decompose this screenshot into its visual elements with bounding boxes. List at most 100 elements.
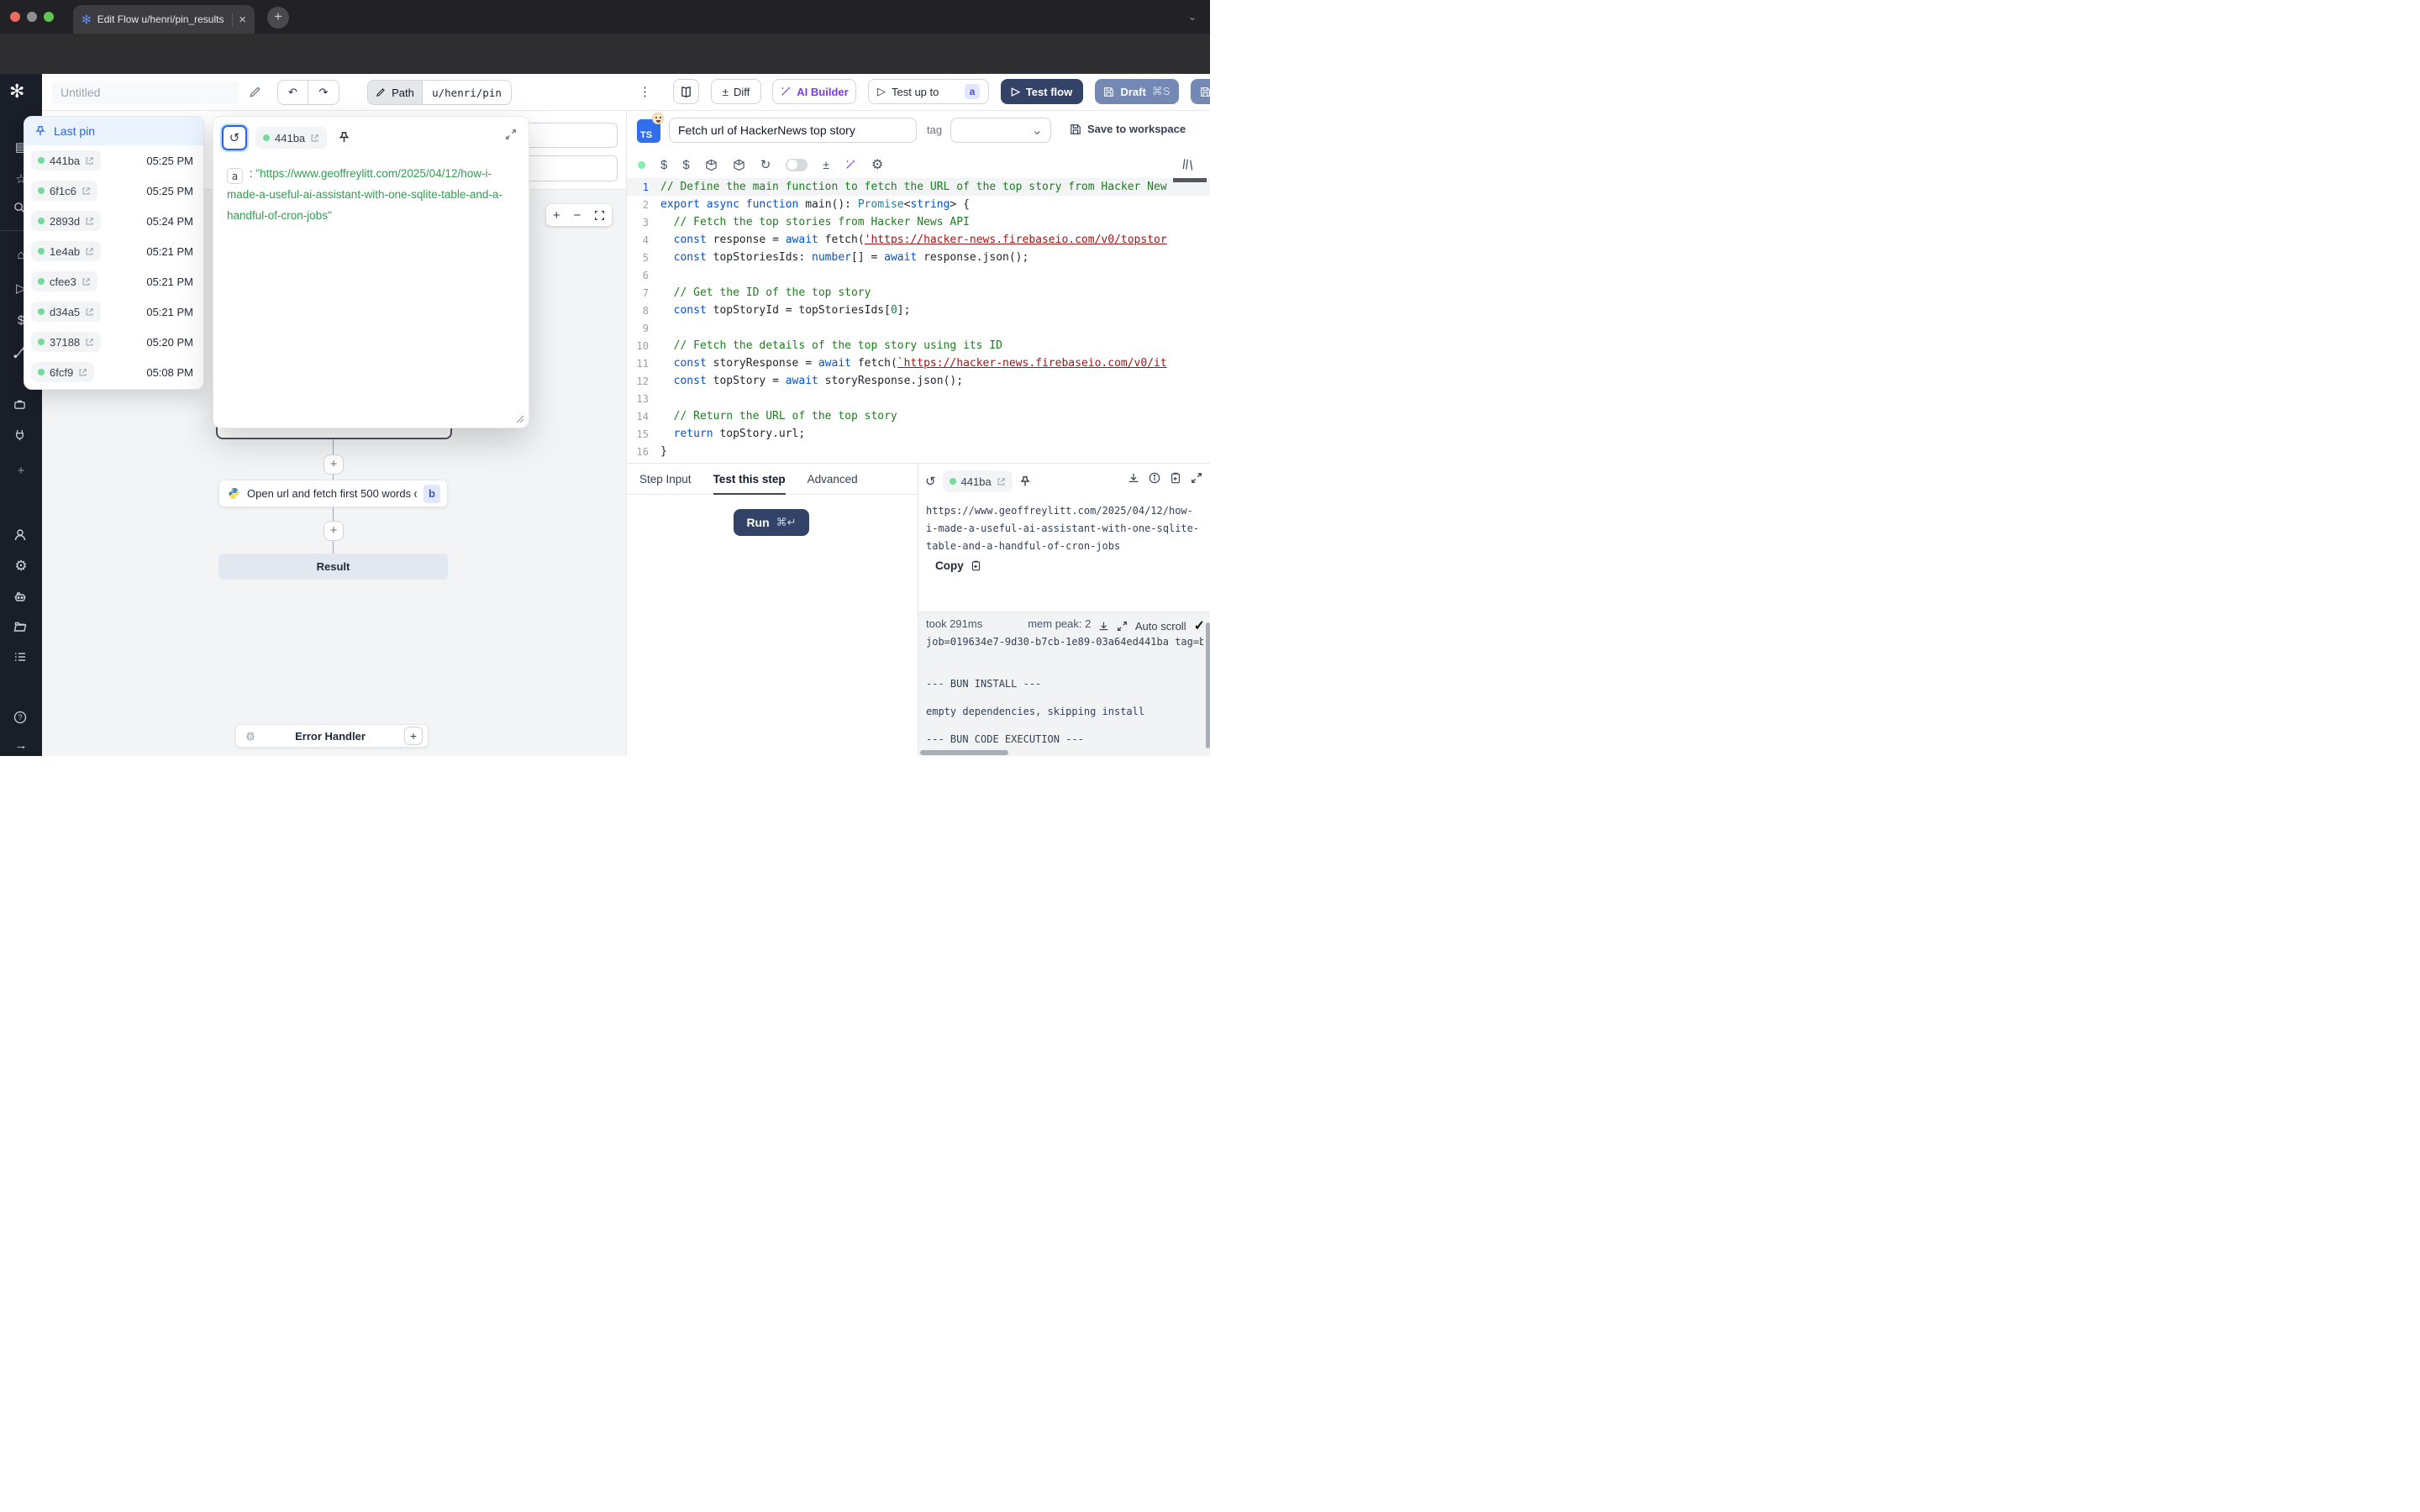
info-icon[interactable] [1149, 472, 1160, 484]
pin-list-item[interactable]: 2893d 05:24 PM [24, 206, 203, 236]
pin-id-pill[interactable]: 6f1c6 [31, 181, 97, 201]
logs-vertical-scrollbar[interactable] [1206, 622, 1210, 748]
sidebar-item-resources[interactable] [13, 428, 29, 441]
ai-builder-button[interactable]: AI Builder [772, 79, 856, 104]
docs-book-button[interactable] [673, 79, 699, 104]
pin-id-pill[interactable]: 6fcf9 [31, 362, 94, 382]
error-handler-node[interactable]: Error Handler + [235, 724, 429, 748]
sidebar-add-icon[interactable]: + [13, 465, 29, 478]
step-title-input[interactable]: Fetch url of HackerNews top story [669, 118, 917, 143]
tab-advanced[interactable]: Advanced [808, 464, 858, 495]
tab-step-input[interactable]: Step Input [639, 464, 692, 495]
fullscreen-icon[interactable] [1191, 472, 1202, 484]
pin-toggle-icon[interactable] [338, 131, 350, 144]
external-link-icon[interactable] [997, 477, 1006, 486]
sidebar-item-apps[interactable] [13, 398, 29, 411]
reload-icon[interactable]: ↻ [760, 157, 771, 172]
external-link-icon[interactable] [85, 217, 94, 226]
undo-button[interactable]: ↶ [277, 80, 308, 105]
code-line[interactable]: 1// Define the main function to fetch th… [627, 178, 1210, 196]
add-error-handler-button[interactable]: + [404, 727, 423, 745]
tab-close-icon[interactable]: × [239, 13, 246, 26]
windmill-logo[interactable]: ✻ [9, 82, 24, 101]
code-scrollbar[interactable] [1173, 178, 1207, 182]
popup-pin-id-pill[interactable]: 441ba [255, 127, 327, 149]
close-window-button[interactable] [10, 12, 20, 22]
result-node[interactable]: Result [218, 554, 448, 580]
external-link-icon[interactable] [85, 156, 94, 165]
resources-icon[interactable]: $ [682, 158, 689, 172]
logs-list-icon[interactable] [13, 650, 29, 664]
user-icon[interactable] [13, 528, 29, 542]
pin-id-pill[interactable]: 1e4ab [31, 241, 101, 261]
pin-id-pill[interactable]: d34a5 [31, 302, 101, 322]
path-button[interactable]: Path [367, 80, 423, 105]
code-line[interactable]: 4 const response = await fetch('https://… [627, 231, 1210, 249]
external-link-icon[interactable] [85, 307, 94, 317]
code-line[interactable]: 8 const topStoryId = topStoriesIds[0]; [627, 302, 1210, 319]
deploy-button[interactable]: Deploy [1191, 79, 1210, 104]
draft-button[interactable]: Draft ⌘S [1095, 79, 1179, 104]
tab-search-chevron-icon[interactable]: ⌄ [1183, 8, 1202, 27]
external-link-icon[interactable] [85, 247, 94, 256]
pin-toggle-icon[interactable] [1019, 475, 1031, 487]
pin-list-item[interactable]: cfee3 05:21 PM [24, 266, 203, 297]
history-icon[interactable]: ↺ [925, 474, 936, 489]
gear-icon[interactable]: ⚙ [13, 559, 29, 573]
pin-id-pill[interactable]: cfee3 [31, 271, 97, 291]
result-pin-id-pill[interactable]: 441ba [943, 470, 1013, 492]
code-line[interactable]: 5 const topStoriesIds: number[] = await … [627, 249, 1210, 266]
pin-list-item[interactable]: 6f1c6 05:25 PM [24, 176, 203, 206]
code-line[interactable]: 7 // Get the ID of the top story [627, 284, 1210, 302]
zoom-in-icon[interactable]: + [553, 208, 560, 223]
external-link-icon[interactable] [82, 186, 91, 196]
auto-scroll-check-icon[interactable]: ✓ [1194, 617, 1205, 634]
pin-id-pill[interactable]: 2893d [31, 211, 101, 231]
download-icon[interactable] [1128, 472, 1139, 484]
path-value[interactable]: u/henri/pin [423, 80, 512, 105]
external-link-icon[interactable] [78, 368, 87, 377]
code-line[interactable]: 10 // Fetch the details of the top story… [627, 337, 1210, 354]
copy-button[interactable]: Copy [935, 559, 981, 572]
external-link-icon[interactable] [82, 277, 91, 286]
save-to-workspace-button[interactable]: Save to workspace [1070, 123, 1186, 135]
pin-list-item[interactable]: 37188 05:20 PM [24, 327, 203, 357]
code-line[interactable]: 12 const topStory = await storyResponse.… [627, 372, 1210, 390]
test-flow-button[interactable]: ▷ Test flow [1001, 79, 1083, 104]
pin-id-pill[interactable]: 441ba [31, 150, 101, 171]
pin-id-pill[interactable]: 37188 [31, 332, 101, 352]
tab-test-this-step[interactable]: Test this step [713, 464, 786, 495]
run-button[interactable]: Run ⌘↵ [734, 509, 809, 536]
workers-robot-icon[interactable] [13, 590, 29, 603]
minimize-window-button[interactable] [27, 12, 37, 22]
pin-list-item[interactable]: d34a5 05:21 PM [24, 297, 203, 327]
header-kebab-icon[interactable]: ⋮ [639, 84, 651, 99]
expand-logs-icon[interactable] [1117, 621, 1128, 632]
code-line[interactable]: 14 // Return the URL of the top story [627, 407, 1210, 425]
package-icon[interactable] [705, 159, 718, 171]
clipboard-icon[interactable] [1170, 472, 1181, 484]
expand-popup-icon[interactable] [505, 129, 517, 140]
tag-select[interactable]: ⌄ [950, 118, 1051, 143]
diff-button[interactable]: ± Diff [711, 79, 761, 104]
flow-title-input[interactable]: Untitled [52, 81, 239, 104]
code-editor[interactable]: 1// Define the main function to fetch th… [627, 178, 1210, 463]
diff-mode-icon[interactable]: ± [823, 158, 829, 171]
library-icon[interactable] [1182, 158, 1196, 171]
pin-list-item[interactable]: 1e4ab 05:21 PM [24, 236, 203, 266]
history-button[interactable]: ↺ [222, 125, 247, 150]
maximize-window-button[interactable] [44, 12, 54, 22]
code-line[interactable]: 16} [627, 443, 1210, 460]
new-tab-button[interactable]: + [267, 7, 289, 29]
editor-settings-gear-icon[interactable]: ⚙ [871, 156, 883, 173]
ai-wand-icon[interactable] [844, 159, 856, 171]
external-link-icon[interactable] [310, 134, 319, 143]
code-line[interactable]: 9 [627, 319, 1210, 337]
code-line[interactable]: 13 [627, 390, 1210, 407]
resize-handle[interactable] [515, 414, 523, 423]
zoom-out-icon[interactable]: − [573, 208, 581, 223]
flow-step-node[interactable]: Open url and fetch first 500 words of ..… [218, 480, 448, 507]
add-step-button[interactable]: + [324, 521, 344, 541]
diff-toggle[interactable] [786, 159, 808, 171]
code-line[interactable]: 2export async function main(): Promise<s… [627, 196, 1210, 213]
